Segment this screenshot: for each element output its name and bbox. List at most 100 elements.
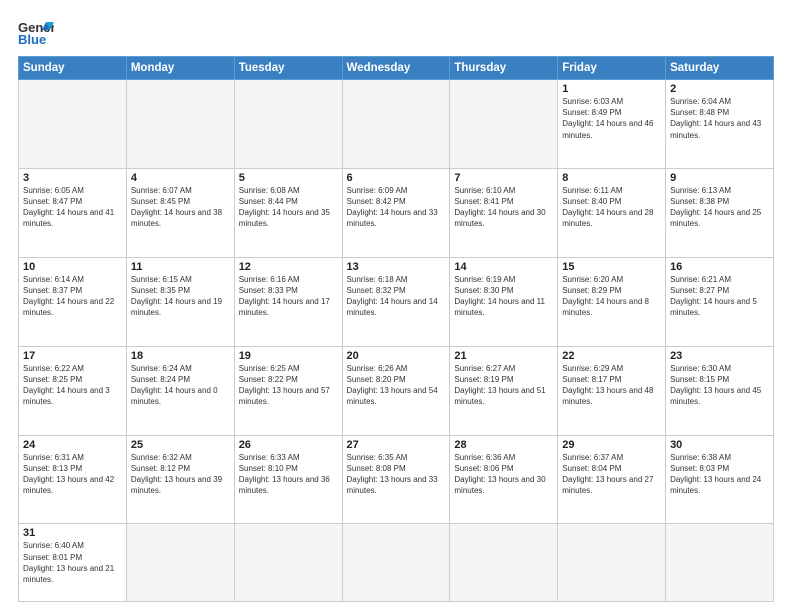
- day-number: 1: [562, 83, 661, 95]
- calendar-cell: [126, 524, 234, 602]
- day-info: Sunrise: 6:15 AM Sunset: 8:35 PM Dayligh…: [131, 274, 230, 319]
- calendar-cell: 17Sunrise: 6:22 AM Sunset: 8:25 PM Dayli…: [19, 346, 127, 435]
- day-number: 24: [23, 439, 122, 451]
- weekday-header-saturday: Saturday: [666, 57, 774, 80]
- calendar-cell: 2Sunrise: 6:04 AM Sunset: 8:48 PM Daylig…: [666, 80, 774, 169]
- calendar-cell: 29Sunrise: 6:37 AM Sunset: 8:04 PM Dayli…: [558, 435, 666, 524]
- day-number: 7: [454, 172, 553, 184]
- calendar-cell: 26Sunrise: 6:33 AM Sunset: 8:10 PM Dayli…: [234, 435, 342, 524]
- calendar-cell: 15Sunrise: 6:20 AM Sunset: 8:29 PM Dayli…: [558, 257, 666, 346]
- calendar-cell: [234, 80, 342, 169]
- calendar-cell: 8Sunrise: 6:11 AM Sunset: 8:40 PM Daylig…: [558, 168, 666, 257]
- calendar-cell: 5Sunrise: 6:08 AM Sunset: 8:44 PM Daylig…: [234, 168, 342, 257]
- day-info: Sunrise: 6:14 AM Sunset: 8:37 PM Dayligh…: [23, 274, 122, 319]
- day-info: Sunrise: 6:04 AM Sunset: 8:48 PM Dayligh…: [670, 96, 769, 141]
- day-info: Sunrise: 6:35 AM Sunset: 8:08 PM Dayligh…: [347, 452, 446, 497]
- day-number: 2: [670, 83, 769, 95]
- day-number: 4: [131, 172, 230, 184]
- day-number: 16: [670, 261, 769, 273]
- calendar-cell: [234, 524, 342, 602]
- day-info: Sunrise: 6:25 AM Sunset: 8:22 PM Dayligh…: [239, 363, 338, 408]
- day-number: 14: [454, 261, 553, 273]
- day-number: 17: [23, 350, 122, 362]
- day-info: Sunrise: 6:11 AM Sunset: 8:40 PM Dayligh…: [562, 185, 661, 230]
- day-info: Sunrise: 6:19 AM Sunset: 8:30 PM Dayligh…: [454, 274, 553, 319]
- calendar-cell: [342, 80, 450, 169]
- calendar-week-3: 10Sunrise: 6:14 AM Sunset: 8:37 PM Dayli…: [19, 257, 774, 346]
- day-info: Sunrise: 6:29 AM Sunset: 8:17 PM Dayligh…: [562, 363, 661, 408]
- calendar-cell: 20Sunrise: 6:26 AM Sunset: 8:20 PM Dayli…: [342, 346, 450, 435]
- day-info: Sunrise: 6:07 AM Sunset: 8:45 PM Dayligh…: [131, 185, 230, 230]
- generalblue-logo-icon: General Blue: [18, 18, 54, 46]
- calendar-cell: [450, 80, 558, 169]
- calendar-cell: 4Sunrise: 6:07 AM Sunset: 8:45 PM Daylig…: [126, 168, 234, 257]
- calendar-cell: 23Sunrise: 6:30 AM Sunset: 8:15 PM Dayli…: [666, 346, 774, 435]
- calendar-cell: 1Sunrise: 6:03 AM Sunset: 8:49 PM Daylig…: [558, 80, 666, 169]
- header: General Blue: [18, 18, 774, 46]
- day-number: 10: [23, 261, 122, 273]
- day-info: Sunrise: 6:22 AM Sunset: 8:25 PM Dayligh…: [23, 363, 122, 408]
- day-number: 8: [562, 172, 661, 184]
- weekday-header-thursday: Thursday: [450, 57, 558, 80]
- calendar-week-4: 17Sunrise: 6:22 AM Sunset: 8:25 PM Dayli…: [19, 346, 774, 435]
- weekday-header-tuesday: Tuesday: [234, 57, 342, 80]
- day-number: 25: [131, 439, 230, 451]
- day-info: Sunrise: 6:05 AM Sunset: 8:47 PM Dayligh…: [23, 185, 122, 230]
- calendar-week-5: 24Sunrise: 6:31 AM Sunset: 8:13 PM Dayli…: [19, 435, 774, 524]
- day-number: 15: [562, 261, 661, 273]
- day-info: Sunrise: 6:08 AM Sunset: 8:44 PM Dayligh…: [239, 185, 338, 230]
- day-info: Sunrise: 6:33 AM Sunset: 8:10 PM Dayligh…: [239, 452, 338, 497]
- day-number: 19: [239, 350, 338, 362]
- day-info: Sunrise: 6:09 AM Sunset: 8:42 PM Dayligh…: [347, 185, 446, 230]
- day-info: Sunrise: 6:38 AM Sunset: 8:03 PM Dayligh…: [670, 452, 769, 497]
- weekday-header-row: SundayMondayTuesdayWednesdayThursdayFrid…: [19, 57, 774, 80]
- calendar-cell: 13Sunrise: 6:18 AM Sunset: 8:32 PM Dayli…: [342, 257, 450, 346]
- day-info: Sunrise: 6:37 AM Sunset: 8:04 PM Dayligh…: [562, 452, 661, 497]
- svg-text:Blue: Blue: [18, 32, 46, 46]
- day-number: 3: [23, 172, 122, 184]
- day-info: Sunrise: 6:32 AM Sunset: 8:12 PM Dayligh…: [131, 452, 230, 497]
- calendar-week-6: 31Sunrise: 6:40 AM Sunset: 8:01 PM Dayli…: [19, 524, 774, 602]
- calendar-week-1: 1Sunrise: 6:03 AM Sunset: 8:49 PM Daylig…: [19, 80, 774, 169]
- day-info: Sunrise: 6:10 AM Sunset: 8:41 PM Dayligh…: [454, 185, 553, 230]
- day-number: 20: [347, 350, 446, 362]
- day-number: 9: [670, 172, 769, 184]
- day-number: 28: [454, 439, 553, 451]
- logo: General Blue: [18, 18, 54, 46]
- day-number: 11: [131, 261, 230, 273]
- day-number: 12: [239, 261, 338, 273]
- calendar-week-2: 3Sunrise: 6:05 AM Sunset: 8:47 PM Daylig…: [19, 168, 774, 257]
- day-number: 13: [347, 261, 446, 273]
- calendar-cell: 27Sunrise: 6:35 AM Sunset: 8:08 PM Dayli…: [342, 435, 450, 524]
- day-number: 21: [454, 350, 553, 362]
- weekday-header-friday: Friday: [558, 57, 666, 80]
- calendar-cell: 7Sunrise: 6:10 AM Sunset: 8:41 PM Daylig…: [450, 168, 558, 257]
- calendar-cell: 31Sunrise: 6:40 AM Sunset: 8:01 PM Dayli…: [19, 524, 127, 602]
- day-info: Sunrise: 6:20 AM Sunset: 8:29 PM Dayligh…: [562, 274, 661, 319]
- calendar-cell: [126, 80, 234, 169]
- day-info: Sunrise: 6:30 AM Sunset: 8:15 PM Dayligh…: [670, 363, 769, 408]
- day-info: Sunrise: 6:31 AM Sunset: 8:13 PM Dayligh…: [23, 452, 122, 497]
- weekday-header-wednesday: Wednesday: [342, 57, 450, 80]
- calendar-cell: 10Sunrise: 6:14 AM Sunset: 8:37 PM Dayli…: [19, 257, 127, 346]
- calendar-cell: [342, 524, 450, 602]
- day-info: Sunrise: 6:36 AM Sunset: 8:06 PM Dayligh…: [454, 452, 553, 497]
- calendar-cell: 18Sunrise: 6:24 AM Sunset: 8:24 PM Dayli…: [126, 346, 234, 435]
- calendar-cell: 6Sunrise: 6:09 AM Sunset: 8:42 PM Daylig…: [342, 168, 450, 257]
- day-number: 31: [23, 527, 122, 539]
- day-number: 23: [670, 350, 769, 362]
- day-info: Sunrise: 6:27 AM Sunset: 8:19 PM Dayligh…: [454, 363, 553, 408]
- day-number: 26: [239, 439, 338, 451]
- calendar-cell: 28Sunrise: 6:36 AM Sunset: 8:06 PM Dayli…: [450, 435, 558, 524]
- calendar-cell: 25Sunrise: 6:32 AM Sunset: 8:12 PM Dayli…: [126, 435, 234, 524]
- calendar-cell: 3Sunrise: 6:05 AM Sunset: 8:47 PM Daylig…: [19, 168, 127, 257]
- calendar-cell: [558, 524, 666, 602]
- day-info: Sunrise: 6:13 AM Sunset: 8:38 PM Dayligh…: [670, 185, 769, 230]
- day-number: 29: [562, 439, 661, 451]
- calendar-cell: 11Sunrise: 6:15 AM Sunset: 8:35 PM Dayli…: [126, 257, 234, 346]
- calendar-cell: 30Sunrise: 6:38 AM Sunset: 8:03 PM Dayli…: [666, 435, 774, 524]
- day-number: 6: [347, 172, 446, 184]
- day-info: Sunrise: 6:24 AM Sunset: 8:24 PM Dayligh…: [131, 363, 230, 408]
- page: General Blue SundayMondayTuesdayWednesda…: [0, 0, 792, 612]
- calendar-cell: 22Sunrise: 6:29 AM Sunset: 8:17 PM Dayli…: [558, 346, 666, 435]
